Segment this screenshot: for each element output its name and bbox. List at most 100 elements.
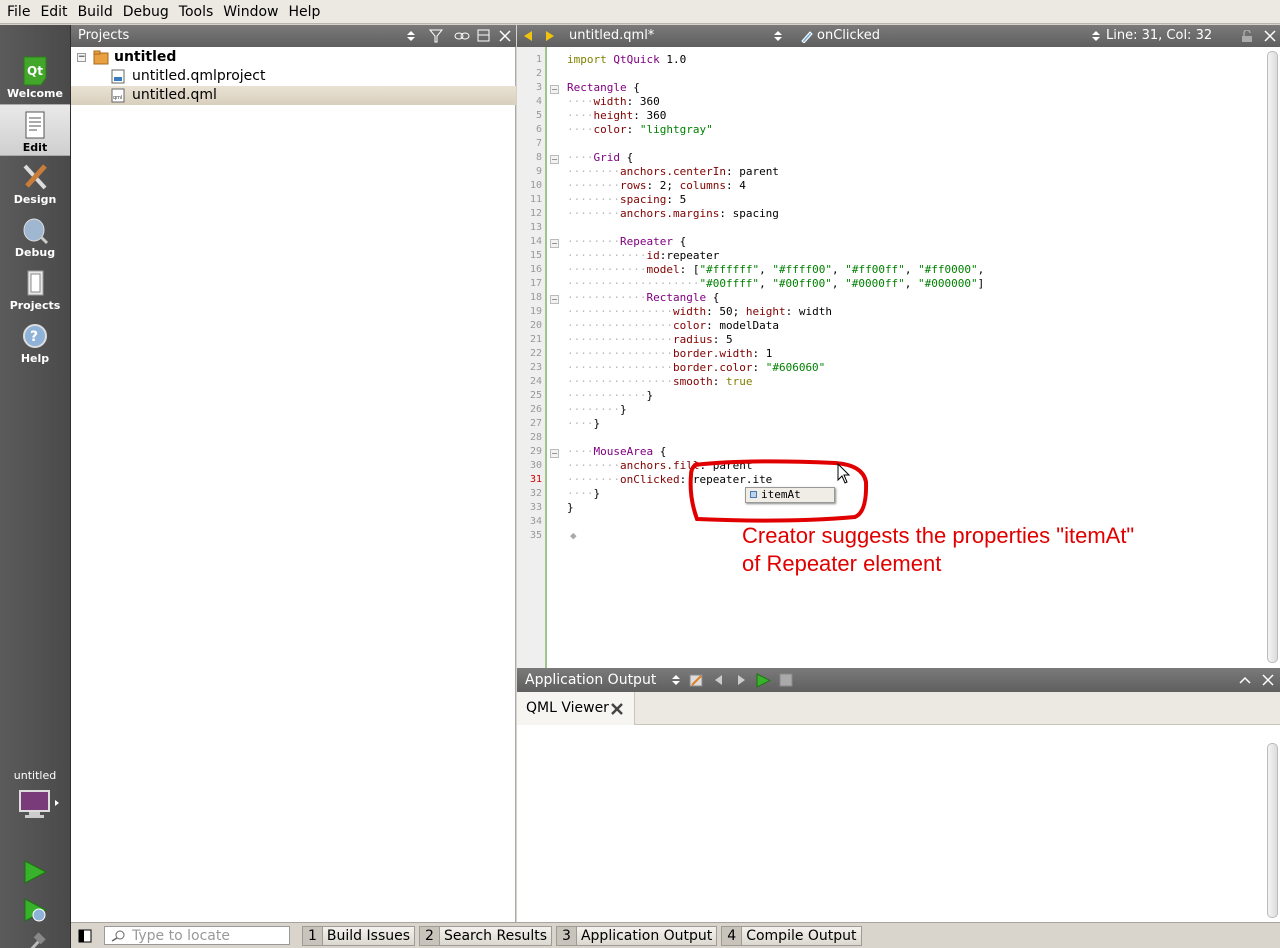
line-number: 17 (529, 278, 542, 289)
menu-edit[interactable]: Edit (35, 0, 72, 24)
project-tree: − untitled untitled.qmlproject qml untit… (71, 47, 516, 922)
mode-debug[interactable]: Debug (0, 210, 70, 262)
output-scrollbar[interactable] (1267, 743, 1278, 918)
clear-output-icon[interactable] (689, 673, 704, 688)
close-tab-icon[interactable] (611, 703, 623, 715)
line-number: 8 (535, 152, 542, 163)
edit-document-icon (25, 111, 45, 139)
previous-item-icon[interactable] (714, 675, 724, 685)
projects-icon (27, 270, 44, 296)
tab-qml-viewer[interactable]: QML Viewer (517, 692, 635, 725)
symbol-icon (801, 31, 813, 43)
line-number: 10 (529, 180, 542, 191)
close-editor-icon[interactable] (1264, 30, 1276, 42)
line-number: 1 (535, 54, 542, 65)
filter-icon[interactable] (429, 29, 447, 43)
target-selector-icon[interactable] (19, 790, 59, 820)
code-line: ············Rectangle { (567, 291, 720, 304)
line-number: 9 (535, 166, 542, 177)
output-pane-header: Application Output (517, 668, 1280, 692)
run-icon[interactable] (22, 859, 48, 885)
code-line: ····width: 360 (567, 95, 660, 108)
svg-text:qml: qml (113, 95, 122, 101)
file-dropdown-icon[interactable] (774, 30, 782, 42)
split-icon[interactable] (477, 29, 491, 43)
output-dropdown-icon[interactable] (672, 674, 680, 686)
line-number-current: 31 (529, 474, 542, 485)
line-number: 27 (529, 418, 542, 429)
fold-marker[interactable]: − (550, 449, 559, 458)
close-pane-icon[interactable] (499, 30, 511, 42)
design-brush-icon (23, 164, 47, 190)
locate-input[interactable]: Type to locate (104, 926, 290, 945)
menu-window[interactable]: Window (218, 0, 283, 24)
line-number: 22 (529, 348, 542, 359)
code-line: ····Grid { (567, 151, 634, 164)
toggle-sidebar-icon[interactable] (78, 929, 92, 943)
mode-welcome-label: Welcome (7, 87, 63, 100)
locate-placeholder: Type to locate (132, 927, 230, 944)
back-arrow-icon[interactable] (524, 31, 534, 41)
menu-debug[interactable]: Debug (118, 0, 174, 24)
compile-output-button[interactable]: 4 Compile Output (721, 925, 862, 946)
tree-item-label: untitled.qml (132, 87, 217, 103)
editor-scrollbar[interactable] (1267, 51, 1278, 663)
mode-welcome[interactable]: Qt Welcome (0, 51, 70, 103)
search-results-button[interactable]: 2 Search Results (419, 925, 553, 946)
menu-file[interactable]: File (2, 0, 35, 24)
tree-item-label: untitled.qmlproject (132, 68, 266, 84)
symbol-selector[interactable]: onClicked (817, 25, 880, 47)
rerun-icon[interactable] (756, 673, 771, 688)
collapse-icon[interactable]: − (77, 53, 86, 62)
fold-marker[interactable]: − (550, 295, 559, 304)
code-editor[interactable]: 1 2 3 4 5 6 7 8 9 10 11 12 13 14 15 16 1… (517, 47, 1280, 668)
file-selector[interactable]: untitled.qml* (569, 25, 654, 47)
mode-edit[interactable]: Edit (0, 104, 70, 156)
build-hammer-icon[interactable] (22, 932, 48, 948)
fold-marker[interactable]: − (550, 85, 559, 94)
menu-tools[interactable]: Tools (174, 0, 219, 24)
line-number: 19 (529, 306, 542, 317)
line-number: 29 (529, 446, 542, 457)
fold-marker[interactable]: − (550, 155, 559, 164)
close-output-icon[interactable] (1262, 674, 1274, 686)
tree-item-qmlproject[interactable]: untitled.qmlproject (71, 67, 516, 86)
fold-marker[interactable]: − (550, 239, 559, 248)
output-pane-selector[interactable]: Application Output (525, 668, 656, 692)
line-number: 30 (529, 460, 542, 471)
button-label: Search Results (443, 927, 548, 944)
stop-icon[interactable] (779, 673, 793, 687)
mode-help[interactable]: ? Help (0, 316, 70, 368)
search-icon (111, 930, 125, 942)
mode-design[interactable]: Design (0, 157, 70, 209)
line-number: 35 (529, 530, 542, 541)
code-line: ····} (567, 417, 601, 430)
line-number: 20 (529, 320, 542, 331)
code-line: ············id:repeater (567, 249, 720, 262)
view-select-icon[interactable] (407, 30, 415, 42)
debug-bug-icon (23, 218, 49, 245)
tree-item-qml[interactable]: qml untitled.qml (71, 86, 516, 105)
forward-arrow-icon[interactable] (544, 31, 554, 41)
code-line: ············} (567, 389, 654, 402)
symbol-dropdown-icon[interactable] (1092, 30, 1100, 42)
menu-help[interactable]: Help (283, 0, 325, 24)
menu-build[interactable]: Build (73, 0, 118, 24)
button-label: Compile Output (746, 927, 857, 944)
maximize-pane-icon[interactable] (1239, 675, 1251, 685)
link-icon[interactable] (454, 29, 470, 43)
mode-projects[interactable]: Projects (0, 263, 70, 315)
debug-run-icon[interactable] (22, 897, 48, 923)
code-line: ········spacing: 5 (567, 193, 687, 206)
code-line: ········} (567, 403, 627, 416)
mouse-cursor-icon (837, 463, 851, 484)
build-issues-button[interactable]: 1 Build Issues (302, 925, 416, 946)
next-item-icon[interactable] (736, 675, 746, 685)
annotation-line-2: of Repeater element (742, 551, 942, 576)
code-line: ················width: 50; height: width (567, 305, 832, 318)
mode-debug-label: Debug (14, 246, 56, 259)
application-output-button[interactable]: 3 Application Output (556, 925, 718, 946)
line-number-gutter: 1 2 3 4 5 6 7 8 9 10 11 12 13 14 15 16 1… (517, 47, 547, 668)
output-text-area[interactable] (517, 725, 1280, 922)
tree-item-project[interactable]: − untitled (71, 48, 516, 67)
